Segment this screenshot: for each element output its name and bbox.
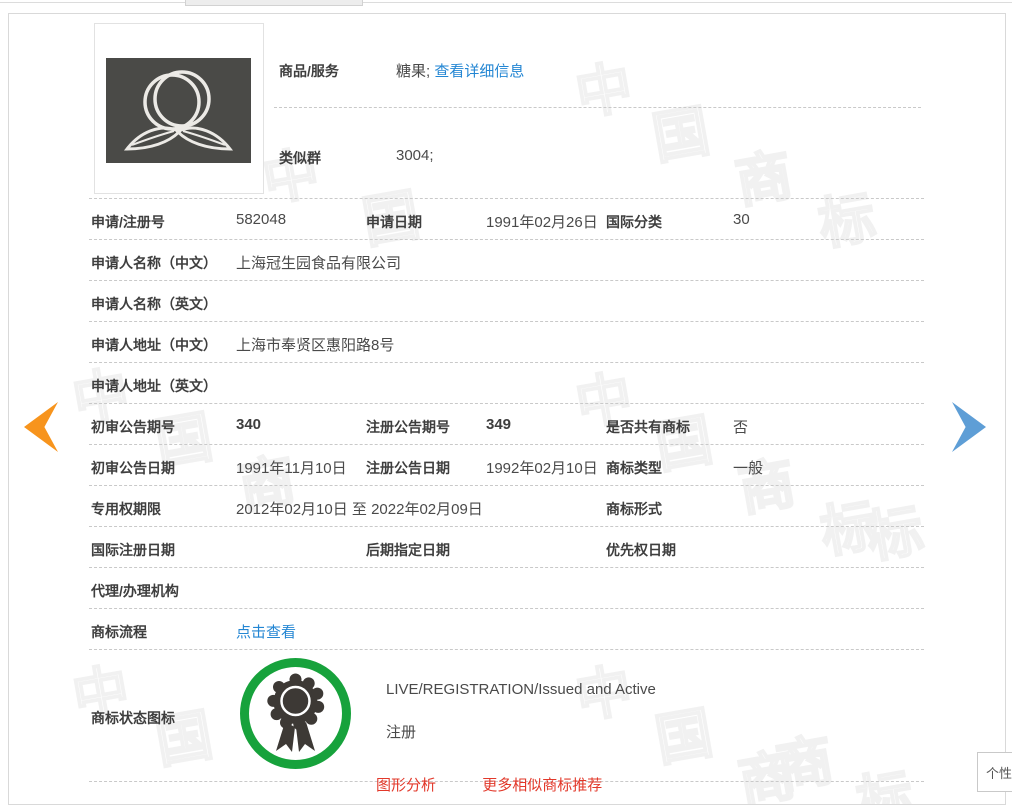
field-label: 优先权日期 <box>606 540 676 560</box>
field-label: 代理/办理机构 <box>91 581 179 601</box>
similar-group-value: 3004; <box>396 147 434 164</box>
field-value: 2012年02月10日 至 2022年02月09日 <box>236 498 483 519</box>
registered-status-badge-icon <box>238 656 353 771</box>
detail-content: 商品/服务 糖果; 查看详细信息 类似群 3004; 申请/注册号582048申… <box>9 14 1005 804</box>
field-value: 上海冠生园食品有限公司 <box>236 252 401 273</box>
bottom-partial-links: 图形分析 更多相似商标推荐 <box>376 774 796 804</box>
field-label: 申请日期 <box>366 212 422 232</box>
personalization-widget[interactable]: 个性设置 <box>977 752 1012 792</box>
field-label: 申请人地址（中文） <box>91 335 217 355</box>
detail-row: 商标流程 点击查看 <box>89 609 924 650</box>
personalization-widget-label: 个性设置 <box>986 766 1012 781</box>
detail-row: 代理/办理机构 <box>89 568 924 609</box>
partial-link-2[interactable]: 更多相似商标推荐 <box>482 777 602 794</box>
field-label: 初审公告期号 <box>91 417 175 437</box>
field-value: 一般 <box>733 457 763 478</box>
field-value: 349 <box>486 416 511 433</box>
field-label: 国际分类 <box>606 212 662 232</box>
goods-services-label: 商品/服务 <box>279 61 339 81</box>
detail-row: 申请人名称（英文） <box>89 281 924 322</box>
field-label: 是否共有商标 <box>606 417 690 437</box>
detail-row: 申请人地址（中文） 上海市奉贤区惠阳路8号 <box>89 322 924 363</box>
status-icon-label: 商标状态图标 <box>91 708 175 728</box>
field-label: 商标流程 <box>91 622 147 642</box>
field-value: 1991年02月26日 <box>486 211 598 232</box>
field-value: 1992年02月10日 <box>486 457 598 478</box>
partial-link-1[interactable]: 图形分析 <box>376 777 436 794</box>
trademark-detail-panel: 中国商标中国中国商中国商标标中国中国商商标 商品/服务 糖果; 查看详细信息 类… <box>8 13 1006 805</box>
detail-row: 申请人名称（中文） 上海冠生园食品有限公司 <box>89 240 924 281</box>
field-value: 上海市奉贤区惠阳路8号 <box>236 334 394 355</box>
detail-row: 申请/注册号 582048 申请日期 1991年02月26日国际分类 30 <box>89 199 924 240</box>
detail-row: 申请人地址（英文） <box>89 363 924 404</box>
field-value: 340 <box>236 416 261 433</box>
top-divider-line <box>0 2 1012 3</box>
status-text-live: LIVE/REGISTRATION/Issued and Active <box>386 681 656 698</box>
field-label: 申请人地址（英文） <box>91 376 217 396</box>
field-label: 后期指定日期 <box>366 540 450 560</box>
field-label: 商标形式 <box>606 499 662 519</box>
goods-divider <box>274 107 921 108</box>
click-to-view-link[interactable]: 点击查看 <box>236 621 296 642</box>
field-label: 国际注册日期 <box>91 540 175 560</box>
circle-leaves-logo-icon <box>106 58 251 163</box>
detail-row: 初审公告期号 340 注册公告期号 349 是否共有商标 否 <box>89 404 924 445</box>
status-text-registered: 注册 <box>386 721 416 742</box>
field-label: 商标类型 <box>606 458 662 478</box>
field-value: 否 <box>733 416 748 437</box>
detail-row: 专用权期限 2012年02月10日 至 2022年02月09日 商标形式 <box>89 486 924 527</box>
field-value: 30 <box>733 211 750 228</box>
field-label: 申请/注册号 <box>91 212 165 232</box>
detail-row: 国际注册日期 后期指定日期 优先权日期 <box>89 527 924 568</box>
field-label: 注册公告期号 <box>366 417 450 437</box>
goods-services-value: 糖果; 查看详细信息 <box>396 60 524 81</box>
trademark-image[interactable] <box>94 23 264 194</box>
field-label: 申请人名称（英文） <box>91 294 217 314</box>
field-value: 582048 <box>236 211 286 228</box>
field-label: 注册公告日期 <box>366 458 450 478</box>
trademark-detail-page: { "trademark": { "image_name": "circle-l… <box>0 0 1012 783</box>
field-value: 1991年11月10日 <box>236 457 347 478</box>
detail-row: 初审公告日期 1991年11月10日注册公告日期 1992年02月10日商标类型 一般 <box>89 445 924 486</box>
detail-rows: 申请/注册号 582048 申请日期 1991年02月26日国际分类 30 申请人名称（中… <box>89 198 924 782</box>
similar-group-label: 类似群 <box>279 148 321 168</box>
tab-stub-partial[interactable] <box>185 0 363 6</box>
field-label: 专用权期限 <box>91 499 161 519</box>
field-label: 初审公告日期 <box>91 458 175 478</box>
view-details-link[interactable]: 查看详细信息 <box>434 63 524 80</box>
field-label: 申请人名称（中文） <box>91 253 217 273</box>
trademark-status-row: 商标状态图标 <box>89 650 924 782</box>
